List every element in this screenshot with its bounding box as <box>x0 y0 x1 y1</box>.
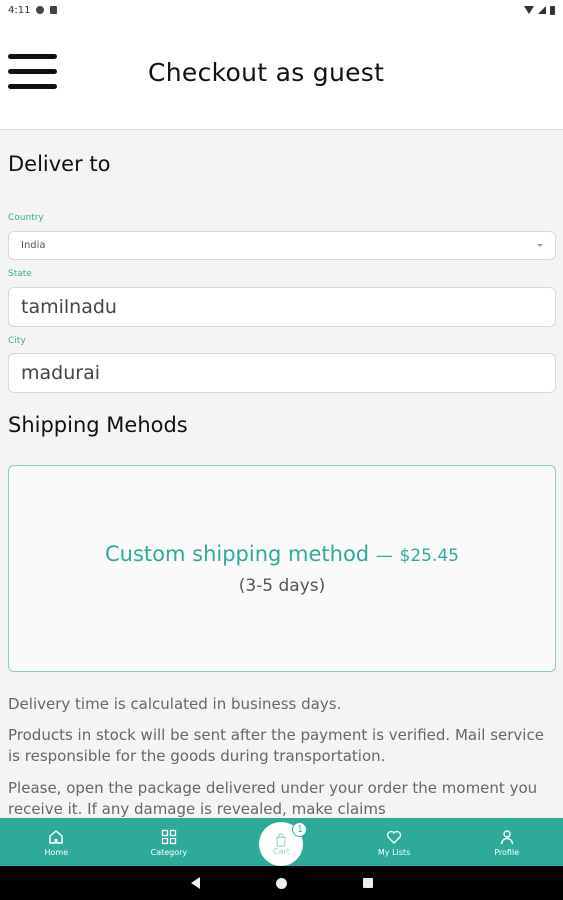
grid-icon <box>161 829 177 845</box>
bottom-nav: Home Category Cart 1 My Lists Profile <box>0 818 563 866</box>
state-label: State <box>8 269 32 279</box>
state-value: tamilnadu <box>21 296 117 318</box>
deliver-to-title: Deliver to <box>8 152 111 176</box>
shipping-methods-title: Shipping Mehods <box>8 413 188 437</box>
system-nav-bar <box>0 866 563 900</box>
menu-bar <box>8 69 57 74</box>
stock-info-text: Products in stock will be sent after the… <box>8 726 544 765</box>
nav-profile-label: Profile <box>494 848 520 857</box>
package-info-text: Please, open the package delivered under… <box>8 779 538 818</box>
country-select[interactable]: India <box>8 231 556 260</box>
nav-profile[interactable]: Profile <box>450 818 563 866</box>
status-right <box>524 5 555 15</box>
back-icon[interactable] <box>190 877 200 889</box>
notification-icon <box>36 6 45 14</box>
page-title: Checkout as guest <box>148 58 385 87</box>
shopping-bag-icon <box>276 832 287 847</box>
app-header: Checkout as guest <box>0 20 563 130</box>
menu-bar <box>8 54 57 59</box>
nav-home-label: Home <box>44 848 69 857</box>
status-time: 4:11 <box>8 4 31 16</box>
city-value: madurai <box>21 362 100 384</box>
recent-apps-icon[interactable] <box>362 878 373 888</box>
country-label: Country <box>8 213 44 223</box>
city-label: City <box>8 336 26 346</box>
status-left: 4:11 <box>8 4 58 16</box>
heart-icon <box>386 830 402 844</box>
chevron-down-icon <box>537 244 543 247</box>
status-bar: 4:11 <box>0 0 563 20</box>
cart-button[interactable]: Cart 1 <box>259 822 308 866</box>
user-icon <box>500 830 513 845</box>
shipping-method-option[interactable]: Custom shipping method — $25.45 (3-5 day… <box>8 465 556 672</box>
city-field[interactable]: madurai <box>8 353 556 393</box>
delivery-info-text: Delivery time is calculated in business … <box>8 695 342 713</box>
cart-count-badge: 1 <box>292 822 308 837</box>
nav-category-label: Category <box>150 848 188 857</box>
checkout-content[interactable]: Deliver to Country India State tamilnadu… <box>0 131 563 818</box>
nav-cart-label: Cart <box>273 846 290 856</box>
country-value: India <box>21 240 46 251</box>
wifi-icon <box>524 6 534 14</box>
shipping-method-name: Custom shipping method <box>105 542 370 566</box>
nav-cart[interactable]: Cart 1 <box>225 818 338 866</box>
shipping-price: $25.45 <box>399 546 459 566</box>
hamburger-menu-icon[interactable] <box>8 52 58 92</box>
nav-my-lists-label: My Lists <box>377 848 411 857</box>
nav-my-lists[interactable]: My Lists <box>338 818 451 866</box>
state-field[interactable]: tamilnadu <box>8 287 556 327</box>
home-circle-icon[interactable] <box>275 877 287 889</box>
sim-icon <box>50 6 58 14</box>
nav-home[interactable]: Home <box>0 818 113 866</box>
home-icon <box>49 830 63 844</box>
signal-icon <box>538 6 546 14</box>
nav-category[interactable]: Category <box>113 818 226 866</box>
shipping-separator: — <box>375 546 393 566</box>
shipping-days: (3-5 days) <box>238 576 326 596</box>
shipping-method-line: Custom shipping method — $25.45 <box>9 542 555 566</box>
battery-icon <box>550 5 555 15</box>
menu-bar <box>8 84 57 89</box>
